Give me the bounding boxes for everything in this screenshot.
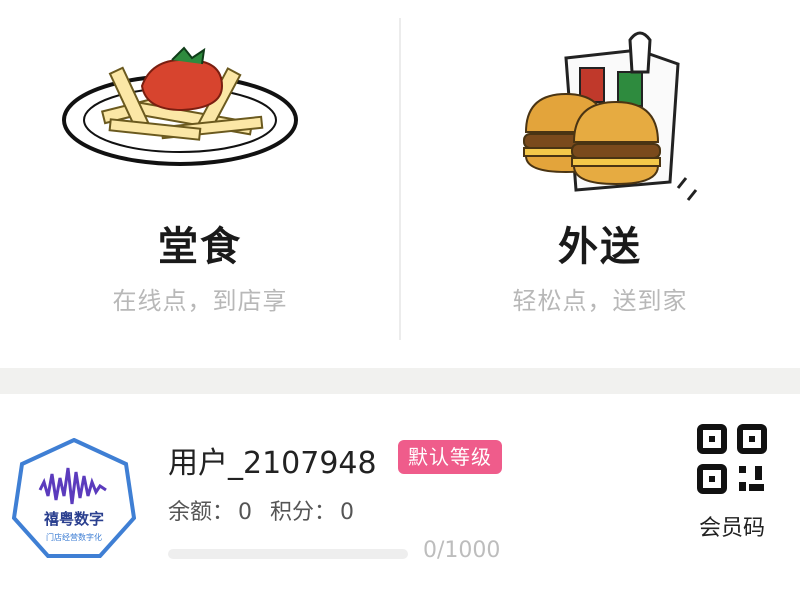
burger-takeout-icon	[518, 22, 708, 216]
delivery-subtitle: 轻松点，送到家	[512, 287, 688, 315]
member-card: 禧粤数字 门店经营数字化 用户_2107948 默认等级 余额： 0 积分： 0 0/…	[0, 394, 800, 600]
delivery-option[interactable]: 外送 轻松点，送到家	[400, 0, 800, 368]
level-badge: 默认等级	[398, 440, 502, 474]
dine-in-subtitle: 在线点，到店享	[112, 287, 288, 315]
delivery-title: 外送	[558, 224, 642, 270]
dine-in-option[interactable]: 堂食 在线点，到店享	[0, 0, 400, 368]
avatar[interactable]: 禧粤数字 门店经营数字化	[11, 437, 137, 566]
order-mode-options: 堂食 在线点，到店享 外送 轻松点，送到家	[0, 0, 800, 368]
avatar-brand-subtext: 门店经营数字化	[46, 532, 102, 542]
section-separator	[0, 368, 800, 394]
level-progress-text: 0/1000	[423, 538, 501, 563]
member-code-label: 会员码	[698, 516, 765, 541]
points-label: 积分：	[270, 500, 337, 525]
member-stats: 余额： 0 积分： 0	[168, 494, 358, 526]
balance-value: 0	[238, 500, 253, 525]
level-progress-bar	[168, 549, 408, 559]
member-code-button[interactable]: 会员码	[684, 424, 780, 544]
balance-label: 余额：	[168, 500, 235, 525]
points-value: 0	[340, 500, 355, 525]
avatar-brand-text: 禧粤数字	[44, 510, 104, 528]
qr-code-icon	[697, 424, 767, 494]
username: 用户_2107948	[168, 446, 377, 481]
dine-in-title: 堂食	[158, 224, 242, 270]
fries-plate-icon	[62, 38, 302, 182]
